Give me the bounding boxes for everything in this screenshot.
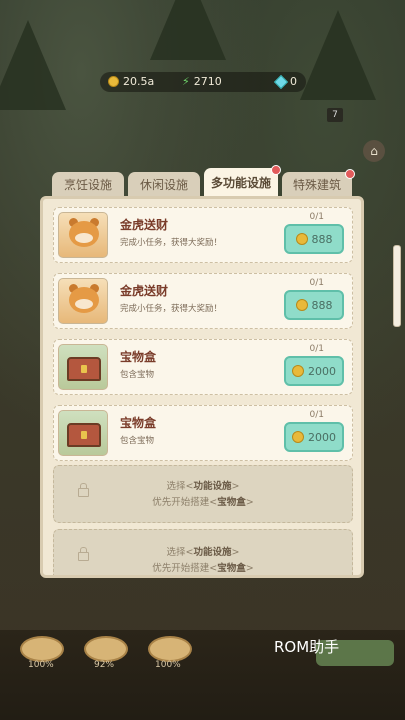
tab-leisure[interactable]: 休闲设施 xyxy=(128,172,200,198)
gem-icon xyxy=(273,74,289,89)
coin-icon xyxy=(295,299,308,311)
price-label: 888 xyxy=(311,232,333,246)
item-description: 完成小任务，获得大奖励！ xyxy=(120,304,223,314)
notification-dot xyxy=(345,169,355,179)
item-title: 宝物盒 xyxy=(120,350,157,364)
locked-line-1: 选择<功能设施> xyxy=(166,481,240,492)
home-icon[interactable]: ⌂ xyxy=(363,140,385,162)
pot-icon[interactable] xyxy=(148,636,192,662)
list-item: 金虎送财 完成小任务，获得大奖励！ 0/1 888 xyxy=(53,273,353,329)
list-item: 宝物盒 包含宝物 0/1 2000 xyxy=(53,339,353,395)
locked-line-1: 选择<功能设施> xyxy=(166,547,240,558)
tree-silhouette xyxy=(150,0,226,60)
chest-icon xyxy=(58,410,108,456)
coins-resource: 20.5a xyxy=(108,75,154,88)
item-title: 金虎送财 xyxy=(120,284,169,298)
item-count: 0/1 xyxy=(309,410,324,420)
buy-button[interactable]: 2000 xyxy=(284,356,344,386)
coin-icon xyxy=(108,76,119,87)
item-description: 完成小任务，获得大奖励！ xyxy=(120,238,223,248)
buy-button[interactable]: 2000 xyxy=(284,422,344,452)
item-description: 包含宝物 xyxy=(120,436,155,446)
price-label: 888 xyxy=(311,298,333,312)
buy-button[interactable]: 888 xyxy=(284,290,344,320)
facility-panel: 金虎送财 完成小任务，获得大奖励！ 0/1 888 金虎送财 完成小任务，获得大… xyxy=(40,196,364,578)
coin-icon xyxy=(292,365,304,377)
price-label: 2000 xyxy=(308,364,336,378)
locked-line-2: 优先开始搭建<宝物盒> xyxy=(152,497,254,508)
chest-icon xyxy=(58,344,108,390)
tree-silhouette xyxy=(0,20,66,110)
pot-progress: 92% xyxy=(94,660,115,670)
list-item: 宝物盒 包含宝物 0/1 2000 xyxy=(53,405,353,461)
pot-icon[interactable] xyxy=(20,636,64,662)
locked-slot: 选择<功能设施> 优先开始搭建<宝物盒> xyxy=(53,529,353,575)
tab-special-label: 特殊建筑 xyxy=(292,178,341,192)
pot-progress: 100% xyxy=(155,660,181,670)
price-label: 2000 xyxy=(308,430,336,444)
energy-resource: ⚡ 2710 xyxy=(182,75,222,88)
tab-multifunction[interactable]: 多功能设施 xyxy=(204,165,281,198)
gems-resource: 0 xyxy=(273,74,297,89)
item-count: 0/1 xyxy=(309,344,324,354)
floating-badge: 7 xyxy=(327,108,343,122)
item-count: 0/1 xyxy=(309,212,324,222)
tree-silhouette xyxy=(300,10,376,100)
buy-button[interactable]: 888 xyxy=(284,224,344,254)
coin-icon xyxy=(292,431,304,443)
watermark-text: ROM助手 xyxy=(274,638,340,656)
tiger-icon xyxy=(58,212,108,258)
list-item: 金虎送财 完成小任务，获得大奖励！ 0/1 888 xyxy=(53,207,353,263)
resource-bar: 20.5a ⚡ 2710 0 xyxy=(100,72,306,92)
item-count: 0/1 xyxy=(309,278,324,288)
energy-value: 2710 xyxy=(193,75,222,88)
pot-icon[interactable] xyxy=(84,636,128,662)
tab-multifunction-label: 多功能设施 xyxy=(210,176,271,190)
gems-value: 0 xyxy=(290,75,297,88)
locked-line-2: 优先开始搭建<宝物盒> xyxy=(152,563,254,574)
coins-value: 20.5a xyxy=(123,75,155,88)
item-title: 宝物盒 xyxy=(120,416,157,430)
tab-special[interactable]: 特殊建筑 xyxy=(282,169,355,198)
lightning-icon: ⚡ xyxy=(182,75,190,88)
tiger-icon xyxy=(58,278,108,324)
scrollbar[interactable] xyxy=(393,245,401,327)
item-description: 包含宝物 xyxy=(120,370,155,380)
tab-cooking[interactable]: 烹饪设施 xyxy=(52,172,124,198)
item-title: 金虎送财 xyxy=(120,218,169,232)
notification-dot xyxy=(271,165,281,175)
locked-slot: 选择<功能设施> 优先开始搭建<宝物盒> xyxy=(53,465,353,523)
coin-icon xyxy=(295,233,308,245)
pot-progress: 100% xyxy=(28,660,54,670)
